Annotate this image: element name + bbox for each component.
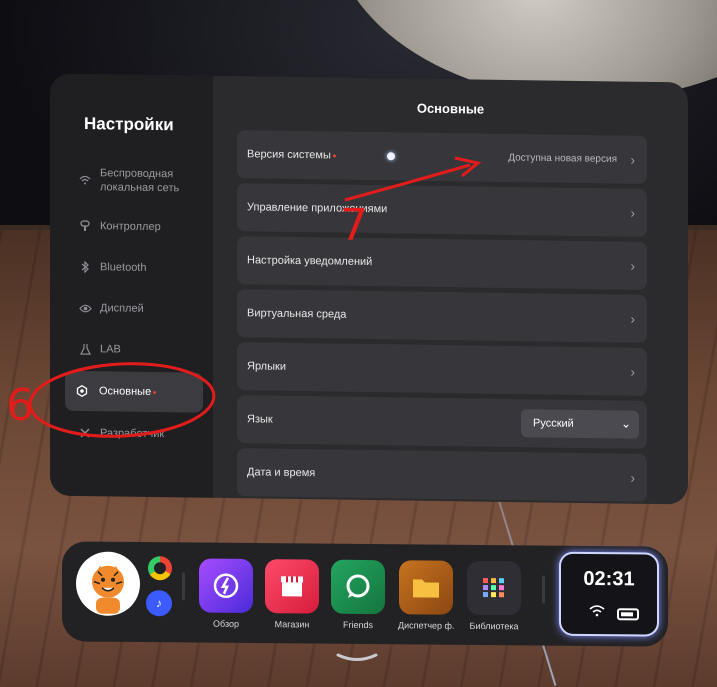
chevron-right-icon: › [630,151,635,168]
sidebar-item-label: Контроллер [100,220,161,234]
sidebar-item-label: Разработчик [100,427,165,441]
sidebar-item-label: Дисплей [100,302,144,315]
chevron-right-icon: › [630,469,635,486]
settings-row-date-time[interactable]: Дата и время › [237,448,647,502]
dock-collapse-chevron-icon[interactable] [335,652,379,664]
row-label: Виртуальная среда [247,307,347,321]
sidebar-item-label: Основные [99,385,152,398]
settings-row-shortcuts[interactable]: Ярлыки › [237,342,647,396]
notification-bell-icon[interactable]: ♪ [146,590,172,617]
app-label: Обзор [213,618,239,629]
sidebar-item-label: Беспроводная локальная сеть [100,167,180,195]
gear-icon [75,384,89,398]
dock-separator [542,575,545,604]
wifi-icon [78,173,92,187]
chevron-down-icon: ⌄ [620,416,631,431]
bottom-dock: ♪ Обзор Магазин Friends Диспетчер ф... Б… [62,541,668,647]
row-label: Управление приложениями [247,201,388,216]
battery-icon [617,608,639,621]
app-label: Библиотека [469,620,519,632]
friends-icon [331,559,385,615]
sidebar-item-general[interactable]: Основные [65,370,203,413]
bluetooth-icon [78,260,92,274]
settings-row-app-management[interactable]: Управление приложениями › [237,183,647,237]
quick-settings-clock[interactable]: 02:31 [559,551,659,637]
chevron-right-icon: › [630,310,635,327]
dock-app-store[interactable]: Магазин [264,559,320,630]
explore-icon [199,558,253,614]
store-icon [265,559,319,614]
dock-app-library[interactable]: Библиотека [466,560,522,632]
sidebar-item-developer[interactable]: Разработчик [78,426,164,441]
language-select[interactable]: Русский ⌄ [521,409,639,439]
language-select-value: Русский [533,417,574,430]
tools-icon [78,426,92,440]
row-label: Настройка уведомлений [247,254,373,269]
sidebar-item-wifi[interactable]: Беспроводная локальная сеть [78,166,184,195]
sidebar-item-bluetooth[interactable]: Bluetooth [78,260,146,275]
library-grid-icon [467,560,521,616]
wifi-icon [589,604,605,620]
controller-icon [78,219,92,233]
sidebar-item-label: LAB [100,343,121,356]
folder-icon [399,560,453,615]
activity-ring-icon[interactable] [148,556,172,581]
dock-app-file-manager[interactable]: Диспетчер ф... [398,560,454,631]
sidebar-item-controller[interactable]: Контроллер [78,219,161,234]
pointer-cursor [387,152,395,161]
settings-row-virtual-environment[interactable]: Виртуальная среда › [237,289,647,343]
row-label: Язык [247,413,273,426]
app-label: Friends [342,619,373,631]
sidebar-item-label: Bluetooth [100,261,147,274]
new-indicator-dot [332,153,336,158]
new-indicator-dot [153,390,157,394]
flask-icon [78,342,92,356]
page-title: Основные [416,100,485,117]
row-label: Дата и время [247,466,316,480]
avatar[interactable] [76,551,140,617]
chevron-right-icon: › [630,257,635,274]
settings-row-notifications[interactable]: Настройка уведомлений › [237,236,647,290]
chevron-right-icon: › [630,204,635,221]
eye-icon [78,301,92,315]
sidebar-title: Настройки [84,114,174,135]
clock-time: 02:31 [583,567,635,591]
sidebar-item-display[interactable]: Дисплей [78,301,144,316]
row-label: Ярлыки [247,360,286,373]
sidebar-item-lab[interactable]: LAB [78,342,121,357]
settings-row-system-version[interactable]: Версия системы Доступна новая версия › [237,130,647,184]
settings-sidebar: Настройки Беспроводная локальная сеть Ко… [50,73,213,498]
app-label: Магазин [274,619,310,630]
row-label: Версия системы [247,148,331,162]
update-available-text: Доступна новая версия [508,152,617,165]
dock-app-explore[interactable]: Обзор [198,558,254,629]
app-label: Диспетчер ф... [398,620,454,631]
settings-row-language: Язык Русский ⌄ [237,395,647,449]
dock-separator [182,572,185,601]
settings-window: Настройки Беспроводная локальная сеть Ко… [50,73,688,505]
chevron-right-icon: › [630,363,635,380]
dock-app-friends[interactable]: Friends [330,559,386,631]
